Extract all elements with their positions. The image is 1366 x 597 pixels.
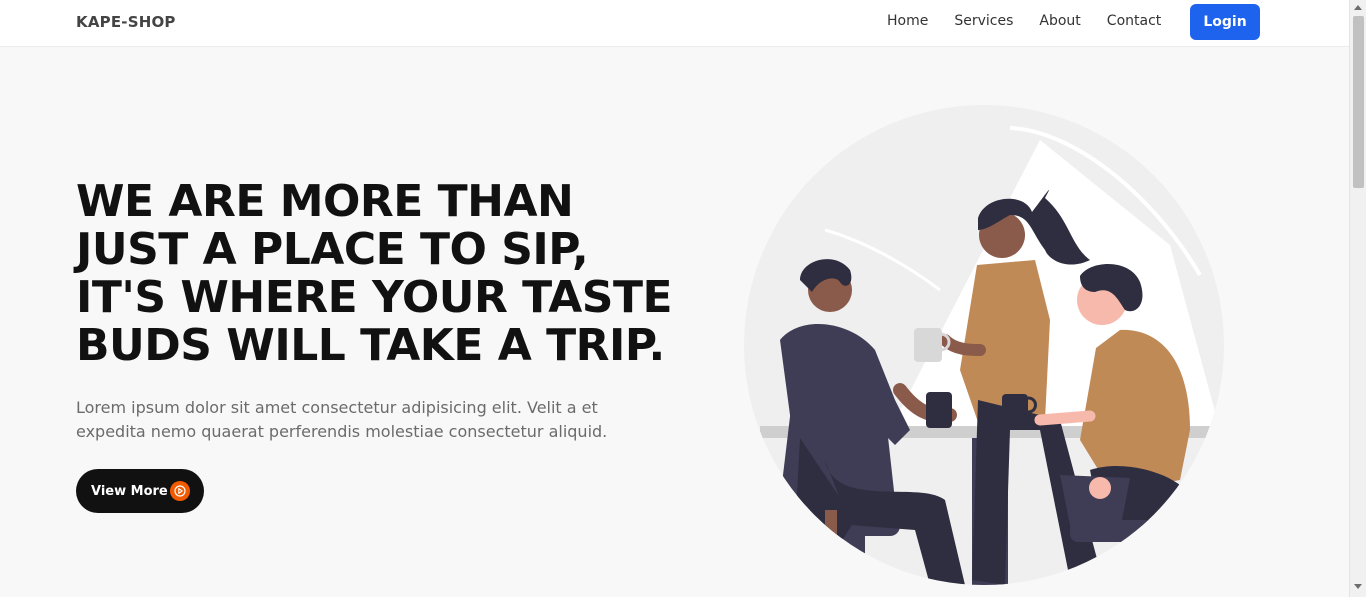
nav-link-home[interactable]: Home (887, 13, 928, 29)
hero-title-line: IT'S WHERE YOUR TASTE (76, 272, 673, 323)
hero-title-line: JUST A PLACE TO SIP, (76, 224, 589, 275)
hero-description-line: Lorem ipsum dolor sit amet consectetur a… (76, 398, 598, 417)
navbar: KAPE-SHOP Home Services About Contact Lo… (0, 0, 1349, 47)
nav-link-about[interactable]: About (1039, 13, 1080, 29)
scroll-down-icon[interactable] (1354, 584, 1362, 589)
nav-link-contact[interactable]: Contact (1107, 13, 1161, 29)
login-button[interactable]: Login (1190, 4, 1260, 40)
hero-title-line: WE ARE MORE THAN (76, 176, 574, 227)
brand-logo[interactable]: KAPE-SHOP (76, 13, 176, 31)
scroll-up-icon[interactable] (1354, 5, 1362, 10)
play-circle-icon (170, 481, 190, 501)
hero-description-line: expedita nemo quaerat perferendis molest… (76, 422, 608, 441)
hero-description: Lorem ipsum dolor sit amet consectetur a… (76, 396, 636, 444)
hero-title: WE ARE MORE THAN JUST A PLACE TO SIP, IT… (76, 178, 716, 370)
scroll-thumb[interactable] (1353, 16, 1364, 188)
page-scrollbar[interactable] (1349, 0, 1366, 597)
hero-title-line: BUDS WILL TAKE A TRIP. (76, 320, 665, 371)
view-more-label: View More (91, 483, 168, 499)
view-more-button[interactable]: View More (76, 469, 204, 513)
coffee-illustration (740, 100, 1230, 597)
nav-links: Home Services About Contact (887, 13, 1187, 29)
nav-link-services[interactable]: Services (954, 13, 1013, 29)
